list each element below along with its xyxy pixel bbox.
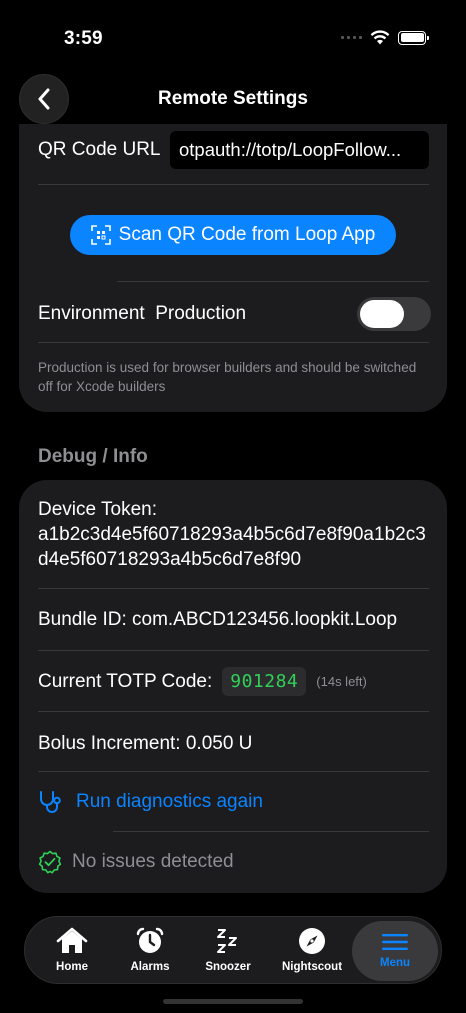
totp-row: Current TOTP Code: 901284 (14s left) bbox=[38, 667, 367, 696]
production-toggle[interactable] bbox=[357, 297, 431, 331]
divider bbox=[113, 831, 429, 832]
tab-home[interactable]: Home bbox=[39, 917, 105, 983]
totp-code: 901284 bbox=[222, 667, 307, 696]
scan-qr-button[interactable]: Scan QR Code from Loop App bbox=[70, 215, 396, 255]
environment-note: Production is used for browser builders … bbox=[38, 360, 417, 394]
checkmark-seal-icon bbox=[38, 850, 62, 874]
tab-nightscout[interactable]: Nightscout bbox=[275, 917, 349, 983]
debug-section-header: Debug / Info bbox=[38, 446, 148, 467]
status-time: 3:59 bbox=[64, 28, 103, 49]
device-token-value: a1b2c3d4e5f60718293a4b5c6d7e8f90a1b2c3d4… bbox=[38, 524, 426, 570]
tab-alarms-label: Alarms bbox=[130, 961, 170, 973]
totp-time-left: (14s left) bbox=[316, 674, 367, 689]
divider bbox=[38, 342, 429, 343]
tab-snoozer-label: Snoozer bbox=[205, 961, 251, 973]
page-title: Remote Settings bbox=[158, 88, 308, 109]
bundle-id: Bundle ID: com.ABCD123456.loopkit.Loop bbox=[38, 609, 398, 630]
dynamic-island bbox=[163, 17, 305, 59]
battery-icon bbox=[398, 30, 429, 45]
divider bbox=[117, 281, 429, 282]
wifi-icon bbox=[370, 30, 390, 45]
zzz-icon bbox=[217, 929, 237, 953]
tab-home-label: Home bbox=[56, 961, 88, 973]
divider bbox=[38, 711, 429, 712]
stethoscope-icon bbox=[40, 791, 61, 813]
toggle-knob bbox=[360, 300, 404, 328]
remote-settings-card: QR Code URL otpauth://totp/LoopFollow...… bbox=[19, 124, 447, 412]
home-indicator bbox=[163, 999, 303, 1004]
scan-qr-label: Scan QR Code from Loop App bbox=[118, 224, 376, 245]
diagnostics-status: No issues detected bbox=[38, 850, 234, 874]
divider bbox=[38, 184, 429, 185]
tab-menu-label: Menu bbox=[379, 957, 411, 969]
run-diagnostics-label: Run diagnostics again bbox=[76, 791, 263, 812]
tab-alarms[interactable]: Alarms bbox=[117, 917, 183, 983]
compass-icon bbox=[299, 928, 325, 954]
run-diagnostics-button[interactable]: Run diagnostics again bbox=[38, 790, 263, 814]
house-icon bbox=[56, 927, 88, 953]
tab-menu[interactable]: Menu bbox=[352, 921, 438, 981]
menu-lines-icon bbox=[382, 934, 408, 950]
signal-icon bbox=[341, 36, 362, 39]
status-bar: 3:59 bbox=[0, 0, 466, 80]
environment-label: Environment Production bbox=[38, 303, 247, 324]
totp-label: Current TOTP Code: bbox=[38, 670, 213, 692]
qr-url-field[interactable]: otpauth://totp/LoopFollow... bbox=[170, 131, 429, 169]
tab-bar: Home Alarms Snoozer Nightscout Menu bbox=[24, 916, 442, 984]
divider bbox=[38, 771, 429, 772]
debug-info-card: Device Token: a1b2c3d4e5f60718293a4b5c6d… bbox=[19, 480, 447, 893]
device-token: Device Token: a1b2c3d4e5f60718293a4b5c6d… bbox=[38, 497, 433, 572]
qr-scan-icon bbox=[90, 225, 111, 245]
tab-snoozer[interactable]: Snoozer bbox=[195, 917, 261, 983]
qr-url-row: QR Code URL otpauth://totp/LoopFollow... bbox=[38, 130, 429, 170]
divider bbox=[38, 588, 429, 589]
qr-url-label: QR Code URL bbox=[38, 139, 161, 160]
bolus-increment: Bolus Increment: 0.050 U bbox=[38, 733, 253, 754]
device-token-label: Device Token: bbox=[38, 499, 157, 520]
tab-nightscout-label: Nightscout bbox=[281, 961, 343, 973]
nav-bar: Remote Settings bbox=[0, 74, 466, 124]
divider bbox=[38, 650, 429, 651]
environment-row: Environment Production bbox=[38, 296, 431, 332]
status-icons bbox=[341, 30, 429, 45]
diagnostics-status-label: No issues detected bbox=[72, 851, 234, 872]
alarm-clock-icon bbox=[136, 927, 164, 953]
